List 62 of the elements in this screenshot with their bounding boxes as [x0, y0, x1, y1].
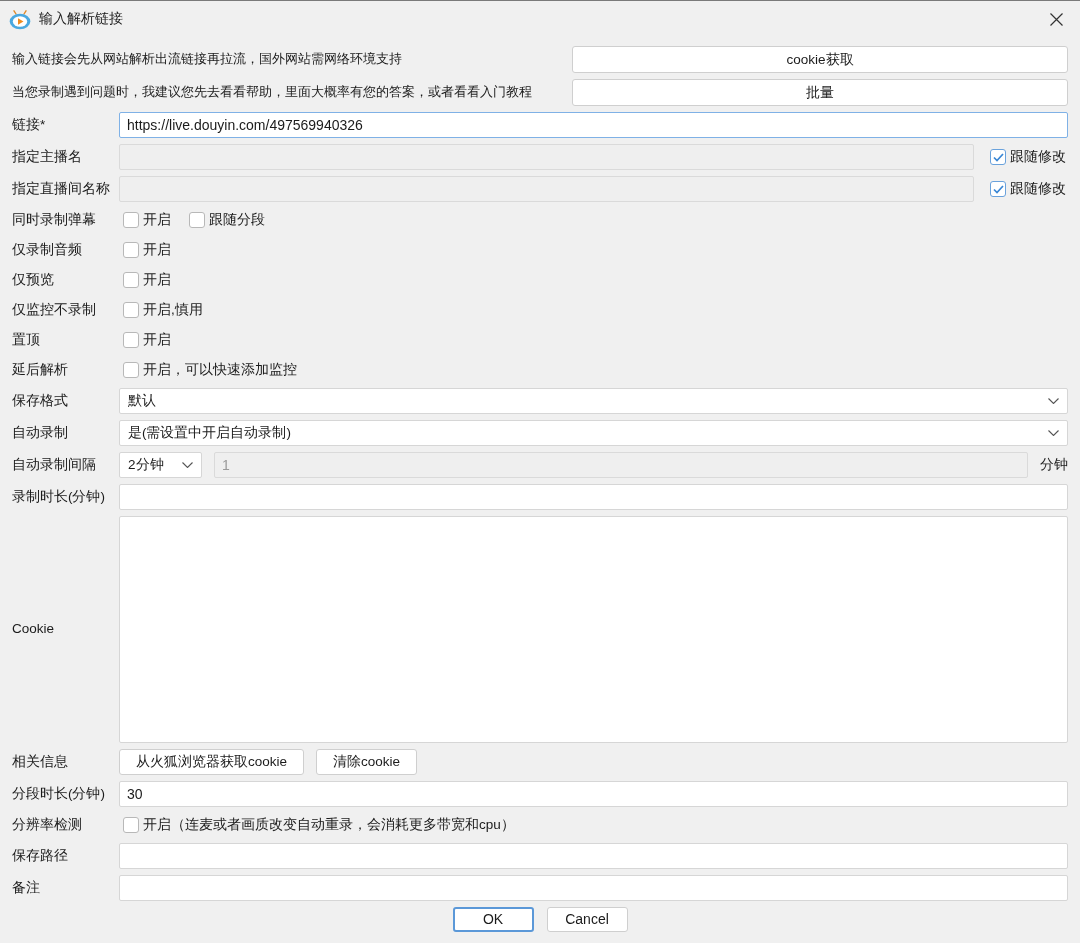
checkmark-icon [992, 184, 1004, 194]
field-label: 仅监控不录制 [12, 301, 97, 319]
field-label: 指定主播名 [12, 148, 83, 166]
action-button[interactable]: 批量 [572, 79, 1068, 106]
checkbox-label: 开启（连麦或者画质改变自动重录，会消耗更多带宽和cpu） [143, 816, 515, 834]
action-button[interactable]: 从火狐浏览器获取cookie [119, 749, 305, 775]
input-field[interactable] [119, 875, 1068, 901]
checkbox[interactable] [123, 362, 139, 378]
field-label: 备注 [12, 879, 41, 897]
tv-icon [9, 9, 31, 30]
chevron-down-icon [1048, 398, 1059, 404]
window-title: 输入解析链接 [39, 11, 123, 28]
checkbox-label: 开启 [143, 271, 171, 289]
info-text: 当您录制遇到问题时，我建议您先去看看帮助，里面大概率有您的答案，或者看看入门教程 [12, 84, 532, 101]
checkbox[interactable] [123, 302, 139, 318]
field-label: 链接* [12, 116, 47, 134]
input-field[interactable]: https://live.douyin.com/497569940326 [119, 112, 1068, 138]
checkbox[interactable] [123, 272, 139, 288]
close-icon[interactable] [1050, 13, 1063, 26]
field-label: 置顶 [12, 331, 41, 349]
field-label: 录制时长(分钟) [12, 488, 106, 506]
checkbox-label: 跟随分段 [209, 211, 265, 229]
field-label: 保存路径 [12, 847, 69, 865]
field-label: 分辨率检测 [12, 816, 83, 834]
field-label: 保存格式 [12, 392, 69, 410]
checkbox[interactable] [123, 212, 139, 228]
dropdown[interactable]: 是(需设置中开启自动录制) [119, 420, 1068, 446]
dialog-button[interactable]: Cancel [546, 907, 628, 932]
field-label: 相关信息 [12, 753, 69, 771]
unit-label: 分钟 [1040, 456, 1068, 474]
checkbox[interactable] [123, 817, 139, 833]
dropdown[interactable]: 默认 [119, 388, 1068, 414]
checkbox[interactable] [123, 242, 139, 258]
field-label: Cookie [12, 621, 56, 638]
checkbox-label: 跟随修改 [1010, 148, 1066, 166]
checkmark-icon [992, 152, 1004, 162]
chevron-down-icon [1048, 430, 1059, 436]
checkbox[interactable] [123, 332, 139, 348]
field-label: 分段时长(分钟) [12, 785, 106, 803]
input-field[interactable]: 30 [119, 781, 1068, 807]
field-label: 自动录制 [12, 424, 69, 442]
field-label: 自动录制间隔 [12, 456, 97, 474]
chevron-down-icon [182, 462, 193, 468]
field-label: 指定直播间名称 [12, 180, 111, 198]
field-label: 延后解析 [12, 361, 69, 379]
checkbox-label: 开启 [143, 241, 171, 259]
action-button[interactable]: cookie获取 [572, 46, 1068, 73]
field-label: 同时录制弹幕 [12, 211, 97, 229]
checkbox-label: 开启 [143, 331, 171, 349]
checkbox-label: 开启，可以快速添加监控 [143, 361, 297, 379]
checkbox-label: 开启 [143, 211, 171, 229]
action-button[interactable]: 清除cookie [316, 749, 418, 775]
checkbox-label: 跟随修改 [1010, 180, 1066, 198]
checkbox-label: 开启,慎用 [143, 301, 203, 319]
text-area[interactable] [119, 516, 1068, 743]
info-text: 输入链接会先从网站解析出流链接再拉流，国外网站需网络环境支持 [12, 51, 402, 68]
input-field[interactable] [119, 843, 1068, 869]
field-label: 仅预览 [12, 271, 55, 289]
checkbox[interactable] [189, 212, 205, 228]
input-field[interactable] [119, 484, 1068, 510]
dialog-button[interactable]: OK [452, 907, 534, 932]
field-label: 仅录制音频 [12, 241, 83, 259]
